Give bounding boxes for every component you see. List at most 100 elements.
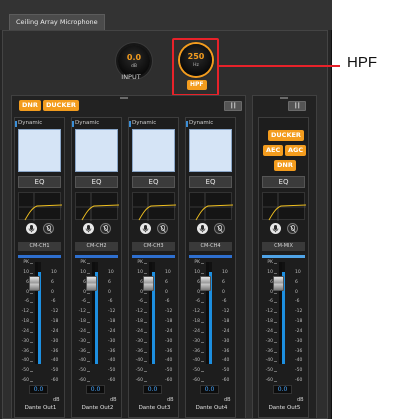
mix-ducker-button[interactable]: DUCKER xyxy=(268,130,304,141)
mix-scale-label-r-1: 10 xyxy=(295,269,301,275)
input-knob-value: 0.0 xyxy=(126,53,142,62)
ch1-mute-icon[interactable] xyxy=(43,223,54,234)
ch1-dynamics-display[interactable] xyxy=(18,129,61,172)
ch4-scale-label-l-1: 10 xyxy=(194,269,200,275)
ch2-scale-label-r-4: -6 xyxy=(108,299,113,305)
mix-eq-button[interactable]: EQ xyxy=(262,176,305,188)
ch1-scale-label-r-2: 6 xyxy=(51,279,54,285)
ch2-fader-thumb[interactable] xyxy=(86,276,97,291)
ch4-scale-tick-8 xyxy=(201,341,204,343)
ch2-scale-tick-10 xyxy=(87,361,90,363)
tab-ceiling-array-microphone[interactable]: Ceiling Array Microphone xyxy=(9,14,105,30)
mix-scale-tick-8 xyxy=(274,341,277,343)
ch2-fader-unit: dB xyxy=(110,397,117,403)
ch3-mute-icon[interactable] xyxy=(157,223,168,234)
ch2-mic-icon[interactable] xyxy=(83,223,94,234)
ch4-mic-icon[interactable] xyxy=(197,223,208,234)
ch2-scale-tick-12 xyxy=(87,381,90,382)
mix-scale-label-r-10: -40 xyxy=(295,358,303,364)
ch1-scale-tick-1 xyxy=(30,272,33,274)
mix-fader-value[interactable]: 0.0 xyxy=(273,385,292,394)
ch2-scale-label-l-3: 0 xyxy=(83,289,86,295)
ch3-scale-label-l-8: -30 xyxy=(135,338,143,344)
ch3-scale-tick-9 xyxy=(144,351,147,353)
ch4-mute-icon[interactable] xyxy=(214,223,225,234)
ch4-scale-tick-11 xyxy=(201,371,204,373)
ch1-eq-button[interactable]: EQ xyxy=(18,176,61,188)
ch3-dynamics-display[interactable] xyxy=(132,129,175,172)
mix-mute-icon[interactable] xyxy=(287,223,298,234)
mix-eq-curve[interactable] xyxy=(262,192,307,221)
ch3-eq-curve-graph xyxy=(133,193,177,221)
ch3-eq-curve[interactable] xyxy=(132,192,177,221)
ch3-fader-value[interactable]: 0.0 xyxy=(143,385,162,394)
ch2-eq-curve[interactable] xyxy=(75,192,120,221)
ch3-name: CM-CH3 xyxy=(132,242,175,251)
ch1-scale-label-r-4: -6 xyxy=(51,299,56,305)
group-grip[interactable] xyxy=(120,97,128,99)
ch1-scale-label-r-11: -50 xyxy=(51,368,59,374)
ch4-dynamics-display[interactable] xyxy=(189,129,232,172)
ch2-scale-label-l-9: -36 xyxy=(78,348,86,354)
ch2-scale-tick-6 xyxy=(87,322,90,323)
mix-scale-label-r-9: -36 xyxy=(295,348,303,354)
ch2-dynamics-display[interactable] xyxy=(75,129,118,172)
ch3-scale-label-r-9: -36 xyxy=(165,348,173,354)
ch3-scale-label-r-11: -50 xyxy=(165,368,173,374)
mix-agc-button[interactable]: AGC xyxy=(285,145,307,156)
ch2-scale-tick-4 xyxy=(87,302,90,304)
ch3-scale-tick-12 xyxy=(144,381,147,382)
ch1-scale-label-r-7: -24 xyxy=(51,328,59,334)
ch3-scale-label-r-10: -40 xyxy=(165,358,173,364)
ch4-fader-thumb[interactable] xyxy=(200,276,211,291)
ch1-mic-icon[interactable] xyxy=(26,223,37,234)
ch2-scale-label-r-10: -40 xyxy=(108,358,116,364)
ch3-eq-button[interactable]: EQ xyxy=(132,176,175,188)
ch1-scale-label-r-12: -60 xyxy=(51,378,59,383)
mix-fader-thumb[interactable] xyxy=(273,276,284,291)
ch4-scale-label-l-8: -30 xyxy=(192,338,200,344)
ch1-scale-label-l-3: 0 xyxy=(26,289,29,295)
ch4-fader-value[interactable]: 0.0 xyxy=(200,385,219,394)
mix-mic-icon[interactable] xyxy=(270,223,281,234)
ch3-mic-icon[interactable] xyxy=(140,223,151,234)
mix-matrix-icon[interactable]: ║║ xyxy=(288,101,306,111)
ch3-scale-label-l-2: 6 xyxy=(140,279,143,285)
ch2-output: Dante Out2 xyxy=(81,405,114,411)
ch4-scale-label-l-6: -18 xyxy=(192,319,200,324)
ch3-scale-label-r-7: -24 xyxy=(165,328,173,334)
mix-scale-label-l-5: -12 xyxy=(265,309,273,315)
mix-scale-tick-12 xyxy=(274,381,277,382)
mix-dnr-button[interactable]: DNR xyxy=(274,160,296,171)
ch1-scale-label-l-11: -50 xyxy=(21,368,29,374)
dnr-button[interactable]: DNR xyxy=(19,100,41,111)
ch1-eq-curve[interactable] xyxy=(18,192,63,221)
ch3-scale-label-r-1: 10 xyxy=(165,269,171,275)
matrix-icon[interactable]: ║║ xyxy=(224,101,242,111)
ch1-signal-bar xyxy=(18,255,61,258)
ch3-scale-tick-4 xyxy=(144,302,147,304)
ch3-scale-label-r-5: -12 xyxy=(165,309,173,315)
tab-bar: Ceiling Array Microphone xyxy=(0,0,332,30)
ch1-scale-label-l-8: -30 xyxy=(21,338,29,344)
ch2-scale-label-r-1: 10 xyxy=(108,269,114,275)
ch2-eq-button[interactable]: EQ xyxy=(75,176,118,188)
ch2-scale-tick-0 xyxy=(87,263,90,264)
ch1-fader-thumb[interactable] xyxy=(29,276,40,291)
ch4-fader-unit: dB xyxy=(224,397,231,403)
ch3-scale-label-r-4: -6 xyxy=(165,299,170,305)
ch2-fader-value[interactable]: 0.0 xyxy=(86,385,105,394)
ch4-scale-label-r-7: -24 xyxy=(222,328,230,334)
ch1-scale-label-l-7: -24 xyxy=(21,328,29,334)
ch3-fader-thumb[interactable] xyxy=(143,276,154,291)
ch1-scale-label-l-4: -6 xyxy=(24,299,30,305)
mix-aec-button[interactable]: AEC xyxy=(263,145,284,156)
ch2-mute-icon[interactable] xyxy=(100,223,111,234)
ch4-eq-button[interactable]: EQ xyxy=(189,176,232,188)
ch4-scale-tick-6 xyxy=(201,322,204,323)
ch4-eq-curve[interactable] xyxy=(189,192,234,221)
mix-grip[interactable] xyxy=(280,97,288,99)
ch1-scale-tick-9 xyxy=(30,351,33,353)
ducker-button[interactable]: DUCKER xyxy=(43,100,79,111)
ch1-fader-value[interactable]: 0.0 xyxy=(29,385,48,394)
